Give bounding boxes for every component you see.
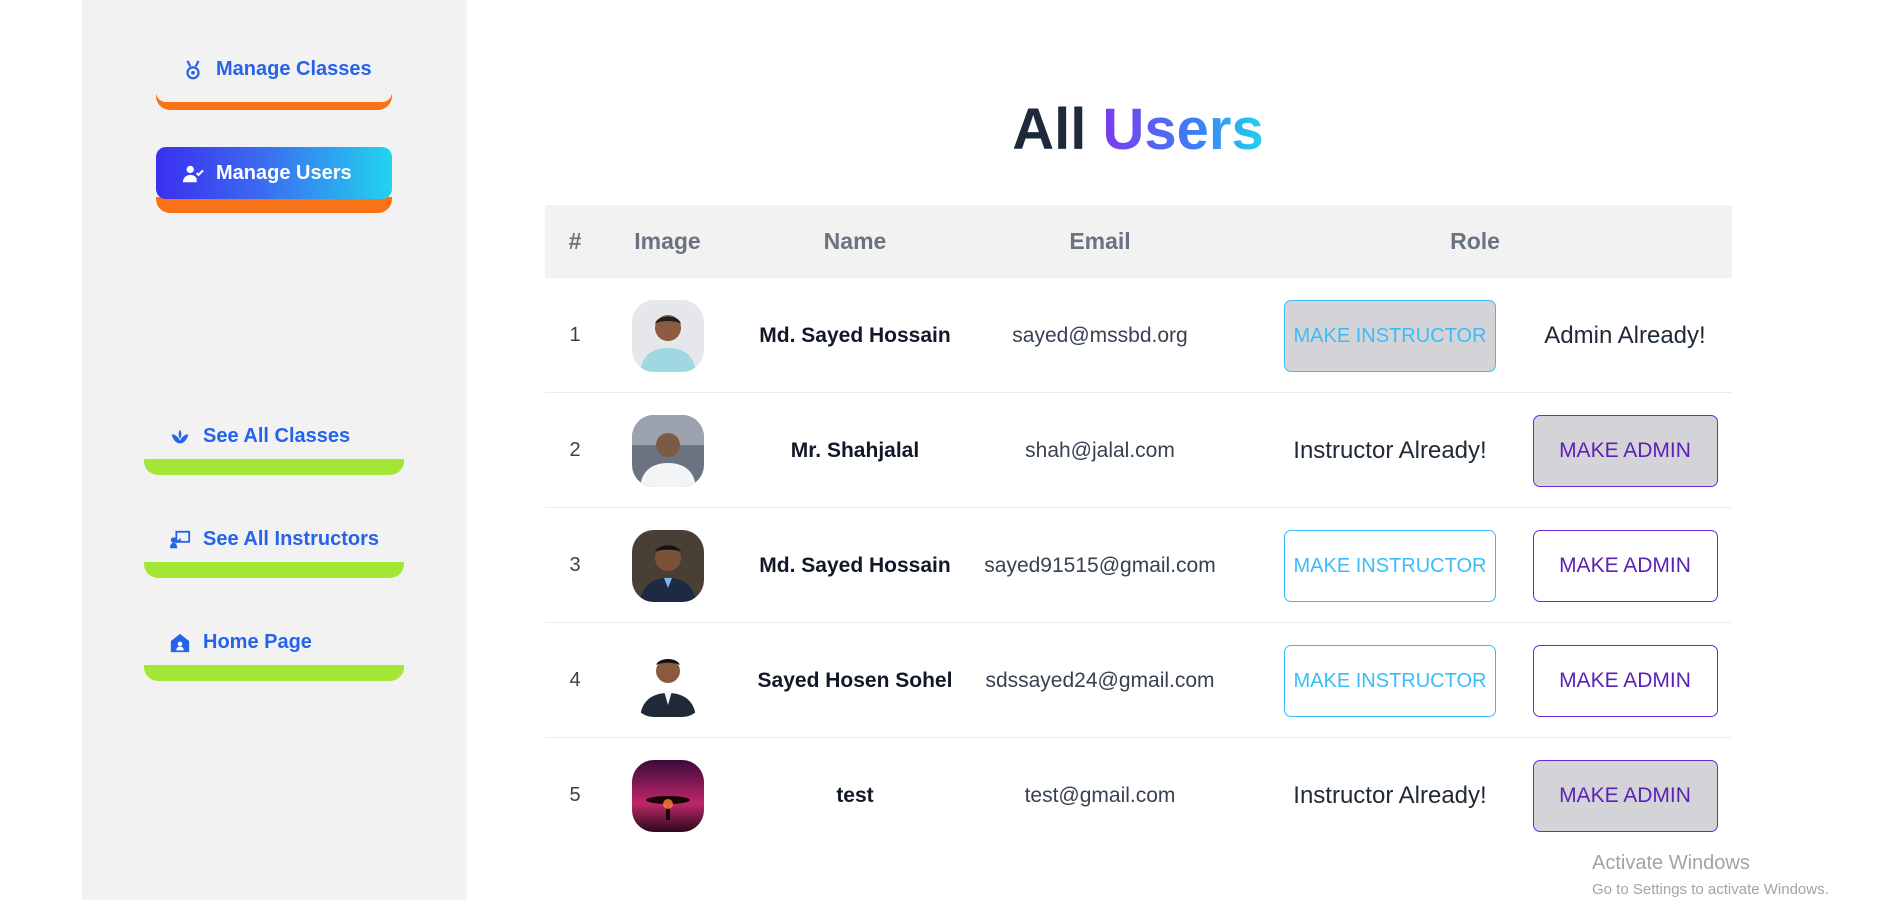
user-email: shah@jalal.com bbox=[1025, 438, 1175, 462]
avatar bbox=[631, 414, 704, 487]
see-all-instructors-button[interactable]: See All Instructors bbox=[169, 528, 379, 551]
row-number: 3 bbox=[569, 554, 581, 576]
activate-windows-watermark: Activate Windows Go to Settings to activ… bbox=[1592, 852, 1829, 898]
manage-users-button[interactable]: Manage Users bbox=[182, 162, 352, 185]
table-row: 3 Md. Sayed Hossain sayed91515@gmail.com… bbox=[545, 508, 1732, 623]
user-name: Md. Sayed Hossain bbox=[759, 553, 951, 577]
lotus-icon bbox=[169, 426, 191, 448]
see-all-instructors-underline bbox=[144, 562, 404, 578]
manage-classes-button[interactable]: Manage Classes bbox=[182, 58, 372, 81]
row-number: 5 bbox=[569, 784, 581, 806]
header-role: Role bbox=[1450, 228, 1500, 254]
users-table: # Image Name Email Role 1 Md. Sayed Hoss… bbox=[545, 205, 1732, 853]
make-instructor-button[interactable]: MAKE INSTRUCTOR bbox=[1284, 529, 1496, 602]
header-number: # bbox=[568, 228, 582, 254]
avatar bbox=[631, 759, 704, 832]
user-email: test@gmail.com bbox=[1024, 783, 1176, 807]
header-name: Name bbox=[823, 228, 887, 254]
home-user-icon bbox=[169, 632, 191, 654]
header-image: Image bbox=[634, 228, 701, 254]
manage-users-underline bbox=[156, 197, 392, 213]
user-name: Md. Sayed Hossain bbox=[759, 323, 951, 347]
page: Manage Classes Manage Users See All Clas… bbox=[0, 0, 1900, 900]
title-users: Users bbox=[1102, 97, 1264, 162]
home-page-label: Home Page bbox=[203, 631, 312, 653]
admin-already-text: Admin Already! bbox=[1544, 321, 1706, 349]
user-email: sdssayed24@gmail.com bbox=[985, 668, 1215, 692]
page-title: All Users bbox=[0, 96, 1900, 163]
user-name: test bbox=[836, 783, 874, 807]
table-row: 4 Sayed Hosen Sohel sdssayed24@gmail.com… bbox=[545, 623, 1732, 738]
make-admin-button[interactable]: MAKE ADMIN bbox=[1532, 414, 1718, 487]
see-all-classes-button[interactable]: See All Classes bbox=[169, 425, 350, 448]
user-check-icon bbox=[182, 163, 204, 185]
user-name: Sayed Hosen Sohel bbox=[757, 668, 953, 692]
table-header: # Image Name Email Role bbox=[545, 205, 1732, 278]
see-all-classes-underline bbox=[144, 459, 404, 475]
row-number: 2 bbox=[569, 439, 581, 461]
manage-classes-label: Manage Classes bbox=[216, 58, 372, 80]
chalkboard-teacher-icon bbox=[169, 529, 191, 551]
user-name: Mr. Shahjalal bbox=[790, 438, 920, 462]
home-page-button[interactable]: Home Page bbox=[169, 631, 312, 654]
table-row: 1 Md. Sayed Hossain sayed@mssbd.org MAKE… bbox=[545, 278, 1732, 393]
see-all-classes-label: See All Classes bbox=[203, 425, 351, 447]
make-instructor-button[interactable]: MAKE INSTRUCTOR bbox=[1284, 644, 1496, 717]
make-admin-button[interactable]: MAKE ADMIN bbox=[1532, 759, 1718, 832]
avatar bbox=[631, 529, 704, 602]
row-number: 4 bbox=[569, 669, 581, 691]
home-page-underline bbox=[144, 665, 404, 681]
table-row: 2 Mr. Shahjalal shah@jalal.com Instructo… bbox=[545, 393, 1732, 508]
instructor-already-text: Instructor Already! bbox=[1293, 436, 1487, 464]
header-email: Email bbox=[1069, 228, 1131, 254]
instructor-already-text: Instructor Already! bbox=[1293, 781, 1487, 809]
make-instructor-button[interactable]: MAKE INSTRUCTOR bbox=[1284, 299, 1496, 372]
see-all-instructors-label: See All Instructors bbox=[203, 528, 379, 550]
title-all: All bbox=[1012, 97, 1103, 162]
user-email: sayed@mssbd.org bbox=[1012, 323, 1188, 347]
avatar bbox=[631, 299, 704, 372]
avatar bbox=[631, 644, 704, 717]
make-admin-button[interactable]: MAKE ADMIN bbox=[1532, 644, 1718, 717]
watermark-line2: Go to Settings to activate Windows. bbox=[1592, 881, 1829, 898]
medal-icon bbox=[182, 59, 204, 81]
make-admin-button[interactable]: MAKE ADMIN bbox=[1532, 529, 1718, 602]
table-row: 5 test test@gmail.com Instructor Already… bbox=[545, 738, 1732, 853]
row-number: 1 bbox=[569, 324, 581, 346]
watermark-line1: Activate Windows bbox=[1592, 852, 1750, 874]
user-email: sayed91515@gmail.com bbox=[984, 553, 1216, 577]
manage-users-label: Manage Users bbox=[216, 162, 352, 184]
